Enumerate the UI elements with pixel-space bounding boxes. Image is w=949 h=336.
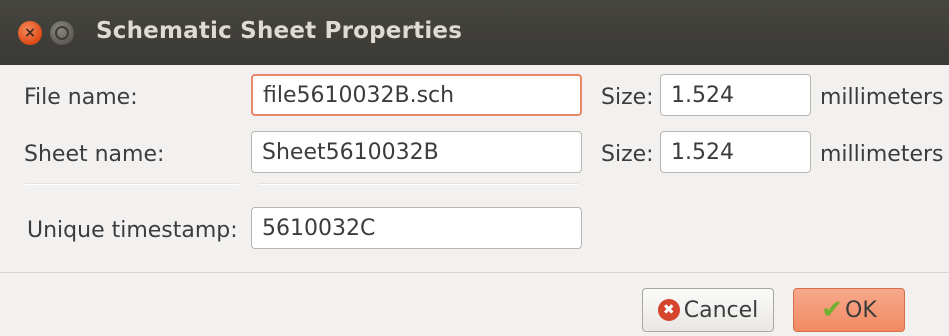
- sheet-name-input[interactable]: Sheet5610032B: [251, 131, 582, 173]
- cancel-button-label: Cancel: [683, 297, 759, 323]
- checkmark-icon: ✔: [821, 295, 844, 325]
- timestamp-label: Unique timestamp:: [27, 218, 238, 243]
- sheet-size-input[interactable]: 1.524: [660, 131, 811, 173]
- file-size-label: Size:: [601, 85, 654, 110]
- ok-button[interactable]: ✔ OK: [793, 288, 905, 332]
- separator: [258, 183, 578, 185]
- separator: [25, 183, 239, 185]
- sheet-size-label: Size:: [601, 142, 654, 167]
- timestamp-input[interactable]: 5610032C: [251, 207, 582, 249]
- close-icon: ×: [24, 25, 36, 41]
- title-bar: × Schematic Sheet Properties: [0, 0, 949, 65]
- file-size-input[interactable]: 1.524: [660, 74, 811, 116]
- button-bar-separator: [0, 272, 949, 273]
- cancel-button[interactable]: ✖ Cancel: [642, 288, 774, 332]
- ok-button-label: OK: [845, 297, 877, 323]
- file-size-unit: millimeters: [820, 85, 944, 110]
- window-close-button[interactable]: ×: [18, 21, 42, 45]
- window-minimize-button[interactable]: [50, 21, 74, 45]
- sheet-size-unit: millimeters: [820, 142, 944, 167]
- sheet-name-label: Sheet name:: [24, 142, 165, 167]
- file-name-input[interactable]: file5610032B.sch: [251, 74, 582, 116]
- cancel-icon: ✖: [657, 299, 680, 321]
- file-name-label: File name:: [24, 85, 138, 110]
- window-title: Schematic Sheet Properties: [96, 18, 463, 44]
